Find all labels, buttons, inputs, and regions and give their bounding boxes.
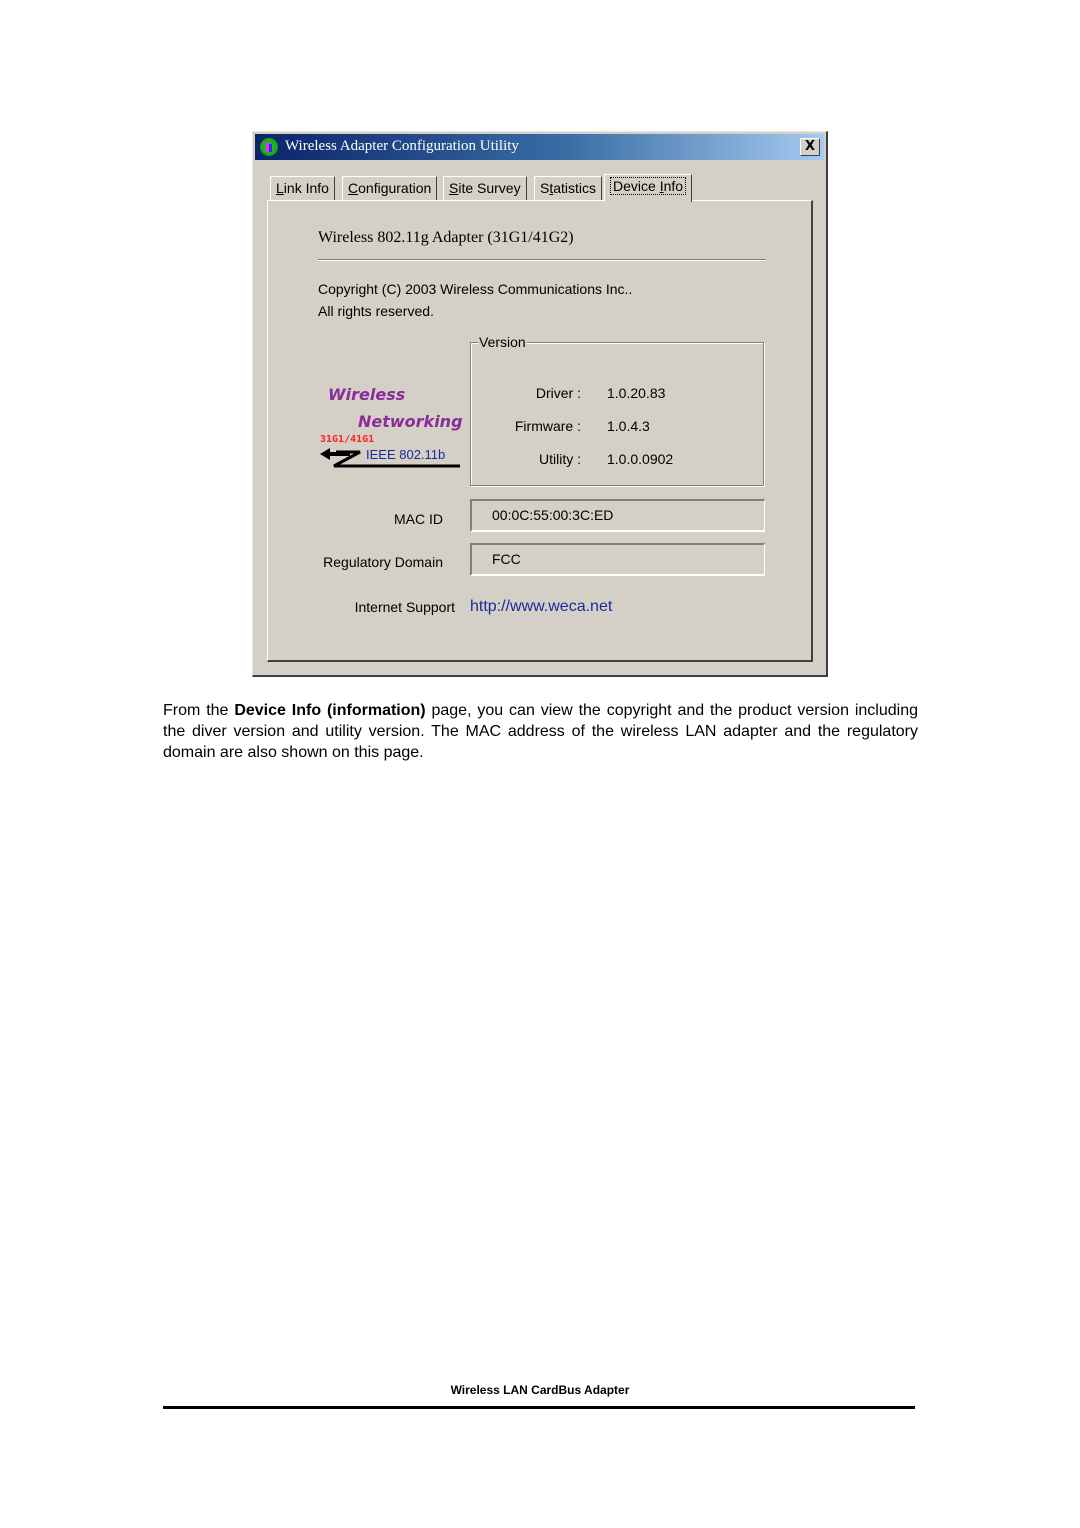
- tab-label: ite Survey: [458, 180, 521, 196]
- adapter-heading: Wireless 802.11g Adapter (31G1/41G2): [318, 229, 574, 246]
- tab-statistics[interactable]: Statistics: [534, 176, 603, 200]
- tab-label: Device: [613, 178, 660, 194]
- firmware-label: Firmware :: [514, 418, 581, 434]
- logo-model: 31G1/41G1: [320, 434, 375, 445]
- driver-value: 1.0.20.83: [607, 385, 666, 401]
- tab-label: atistics: [553, 180, 597, 196]
- mac-id-label: MAC ID: [394, 511, 443, 527]
- description-paragraph: From the Device Info (information) page,…: [163, 700, 918, 763]
- tab-label: onfiguration: [358, 180, 432, 196]
- window-title: Wireless Adapter Configuration Utility: [285, 138, 519, 154]
- tab-label: ink Info: [283, 180, 329, 196]
- wireless-utility-app-icon: [260, 138, 278, 156]
- tab-label: S: [540, 180, 550, 196]
- tab-configuration[interactable]: Configuration: [342, 176, 438, 200]
- logo-line-wireless: Wireless: [328, 385, 406, 404]
- regulatory-domain-label: Regulatory Domain: [323, 554, 443, 570]
- title-bar[interactable]: Wireless Adapter Configuration Utility X: [255, 134, 824, 160]
- tab-device-info[interactable]: Device Info: [604, 174, 693, 202]
- device-info-panel: Wireless 802.11g Adapter (31G1/41G2) Cop…: [267, 200, 813, 662]
- internet-support-link[interactable]: http://www.weca.net: [470, 598, 612, 616]
- footer-rule: [163, 1406, 915, 1409]
- driver-label: Driver :: [535, 385, 581, 401]
- heading-divider: [318, 259, 766, 261]
- tab-focus-rect: Device Info: [610, 177, 687, 195]
- tab-mnemonic: S: [449, 180, 459, 196]
- copyright-text: Copyright (C) 2003 Wireless Communicatio…: [318, 281, 633, 297]
- version-legend: Version: [478, 334, 527, 350]
- mac-id-field: 00:0C:55:00:3C:ED: [470, 499, 765, 532]
- tab-label: nfo: [663, 178, 684, 194]
- tab-site-survey[interactable]: Site Survey: [443, 176, 527, 200]
- rights-text: All rights reserved.: [318, 303, 434, 319]
- logo-line-networking: Networking: [358, 412, 463, 431]
- logo-standard: IEEE 802.11b: [366, 447, 446, 462]
- para-text: From the: [163, 702, 235, 719]
- close-button[interactable]: X: [800, 138, 820, 156]
- internet-support-label: Internet Support: [354, 599, 455, 615]
- utility-value: 1.0.0.0902: [607, 451, 674, 467]
- footer-title: Wireless LAN CardBus Adapter: [450, 1383, 630, 1397]
- tab-link-info[interactable]: Link Info: [270, 176, 335, 200]
- tab-mnemonic: C: [348, 180, 359, 196]
- firmware-value: 1.0.4.3: [607, 418, 650, 434]
- version-groupbox: Version Driver : 1.0.20.83 Firmware : 1.…: [470, 334, 764, 486]
- utility-label: Utility :: [539, 451, 581, 467]
- para-bold-term: Device Info (information): [234, 702, 426, 719]
- config-utility-window: Wireless Adapter Configuration Utility X…: [252, 131, 828, 677]
- regulatory-domain-field: FCC: [470, 543, 765, 576]
- tab-mnemonic: L: [276, 180, 284, 196]
